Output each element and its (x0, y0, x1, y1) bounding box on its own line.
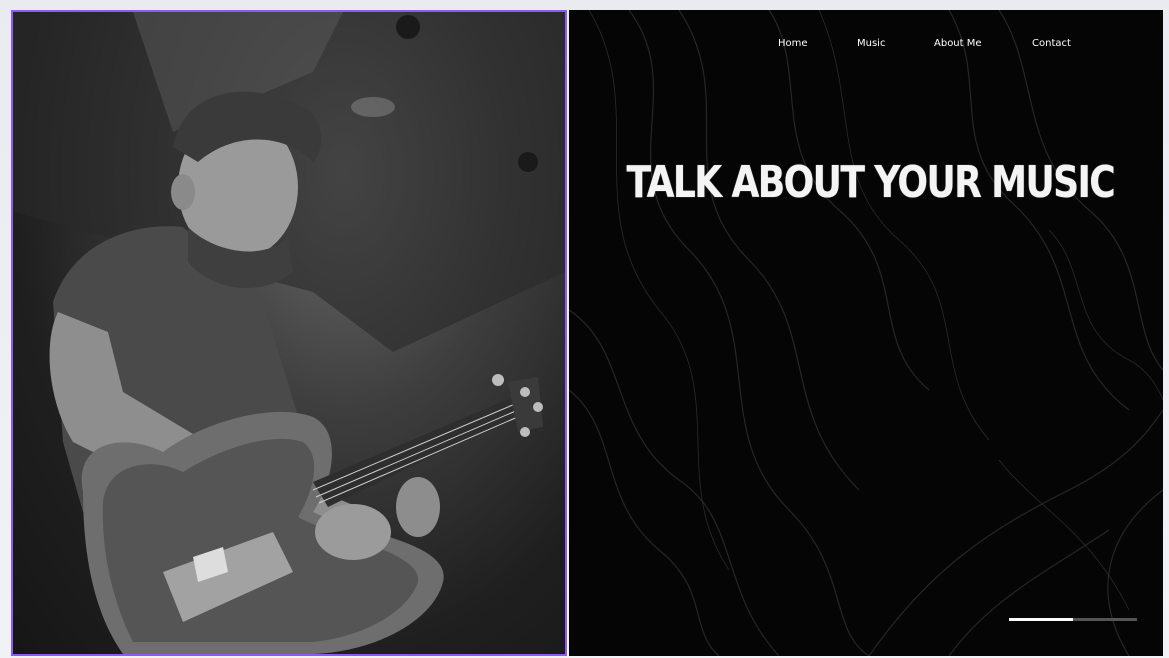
page-canvas: Home Music About Me Contact TALK ABOUT Y… (0, 0, 1169, 658)
guitarist-illustration (13, 12, 565, 654)
marble-background (569, 10, 1163, 656)
nav-home[interactable]: Home (778, 38, 808, 49)
nav-about-me[interactable]: About Me (934, 38, 982, 49)
guitarist-photo (11, 10, 567, 656)
hero-headline: TALK ABOUT YOUR MUSIC (626, 157, 1115, 209)
slide-progress-fill (1009, 618, 1073, 621)
main-nav: Home Music About Me Contact (569, 38, 1163, 58)
nav-contact[interactable]: Contact (1032, 38, 1071, 49)
nav-music[interactable]: Music (857, 38, 885, 49)
slide-progress-bar[interactable] (1009, 618, 1137, 621)
hero-section: Home Music About Me Contact TALK ABOUT Y… (569, 10, 1163, 656)
